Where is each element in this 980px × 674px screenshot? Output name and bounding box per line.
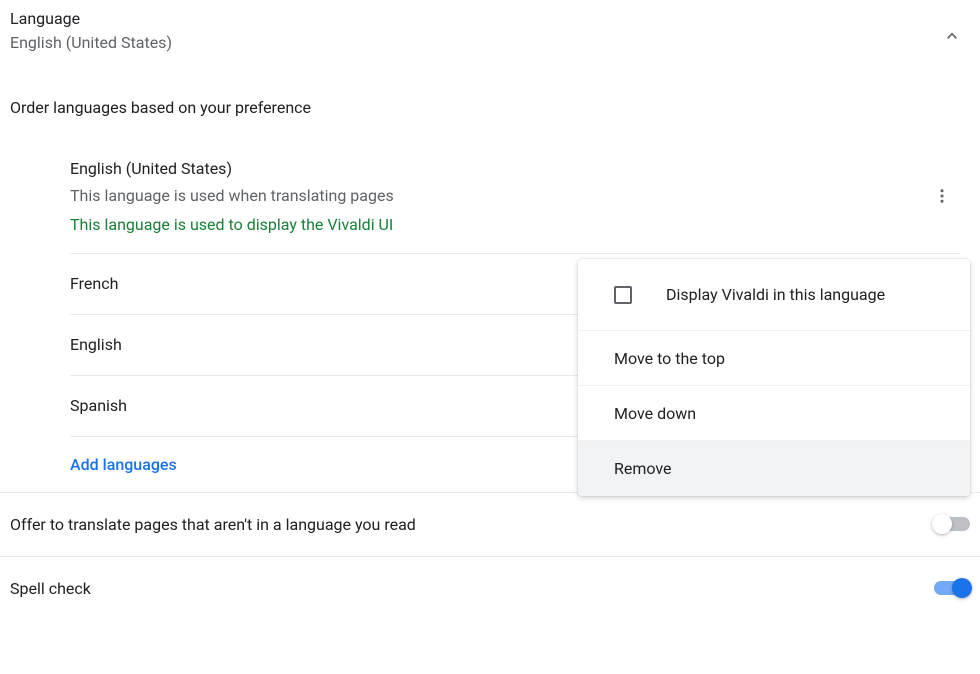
menu-item-label: Remove — [614, 459, 672, 478]
order-languages-label: Order languages based on your preference — [10, 98, 970, 117]
translate-offer-toggle[interactable] — [934, 517, 970, 531]
chevron-up-icon[interactable] — [942, 26, 962, 46]
menu-move-down[interactable]: Move down — [578, 386, 970, 441]
menu-display-in-language[interactable]: Display Vivaldi in this language — [578, 259, 970, 331]
menu-move-to-top[interactable]: Move to the top — [578, 331, 970, 386]
translate-offer-label: Offer to translate pages that aren't in … — [10, 515, 416, 534]
menu-remove[interactable]: Remove — [578, 441, 970, 496]
checkbox-icon[interactable] — [614, 286, 632, 304]
language-section-header[interactable]: Language English (United States) — [10, 8, 970, 74]
more-vert-icon[interactable] — [924, 178, 960, 214]
toggle-knob — [952, 578, 972, 598]
spell-check-row: Spell check — [0, 557, 980, 620]
toggle-knob — [932, 514, 952, 534]
language-item-primary: English (United States) This language is… — [70, 139, 960, 254]
menu-item-label: Move down — [614, 404, 696, 423]
language-ui-note: This language is used to display the Viv… — [70, 211, 960, 238]
spell-check-label: Spell check — [10, 579, 91, 598]
translate-offer-row: Offer to translate pages that aren't in … — [0, 492, 980, 557]
section-title: Language — [10, 8, 172, 30]
language-name: English (United States) — [70, 157, 960, 181]
language-context-menu: Display Vivaldi in this language Move to… — [578, 259, 970, 496]
language-translate-note: This language is used when translating p… — [70, 181, 960, 211]
menu-item-label: Display Vivaldi in this language — [666, 285, 885, 304]
spell-check-toggle[interactable] — [934, 581, 970, 595]
section-subtitle: English (United States) — [10, 30, 172, 56]
menu-item-label: Move to the top — [614, 349, 725, 368]
